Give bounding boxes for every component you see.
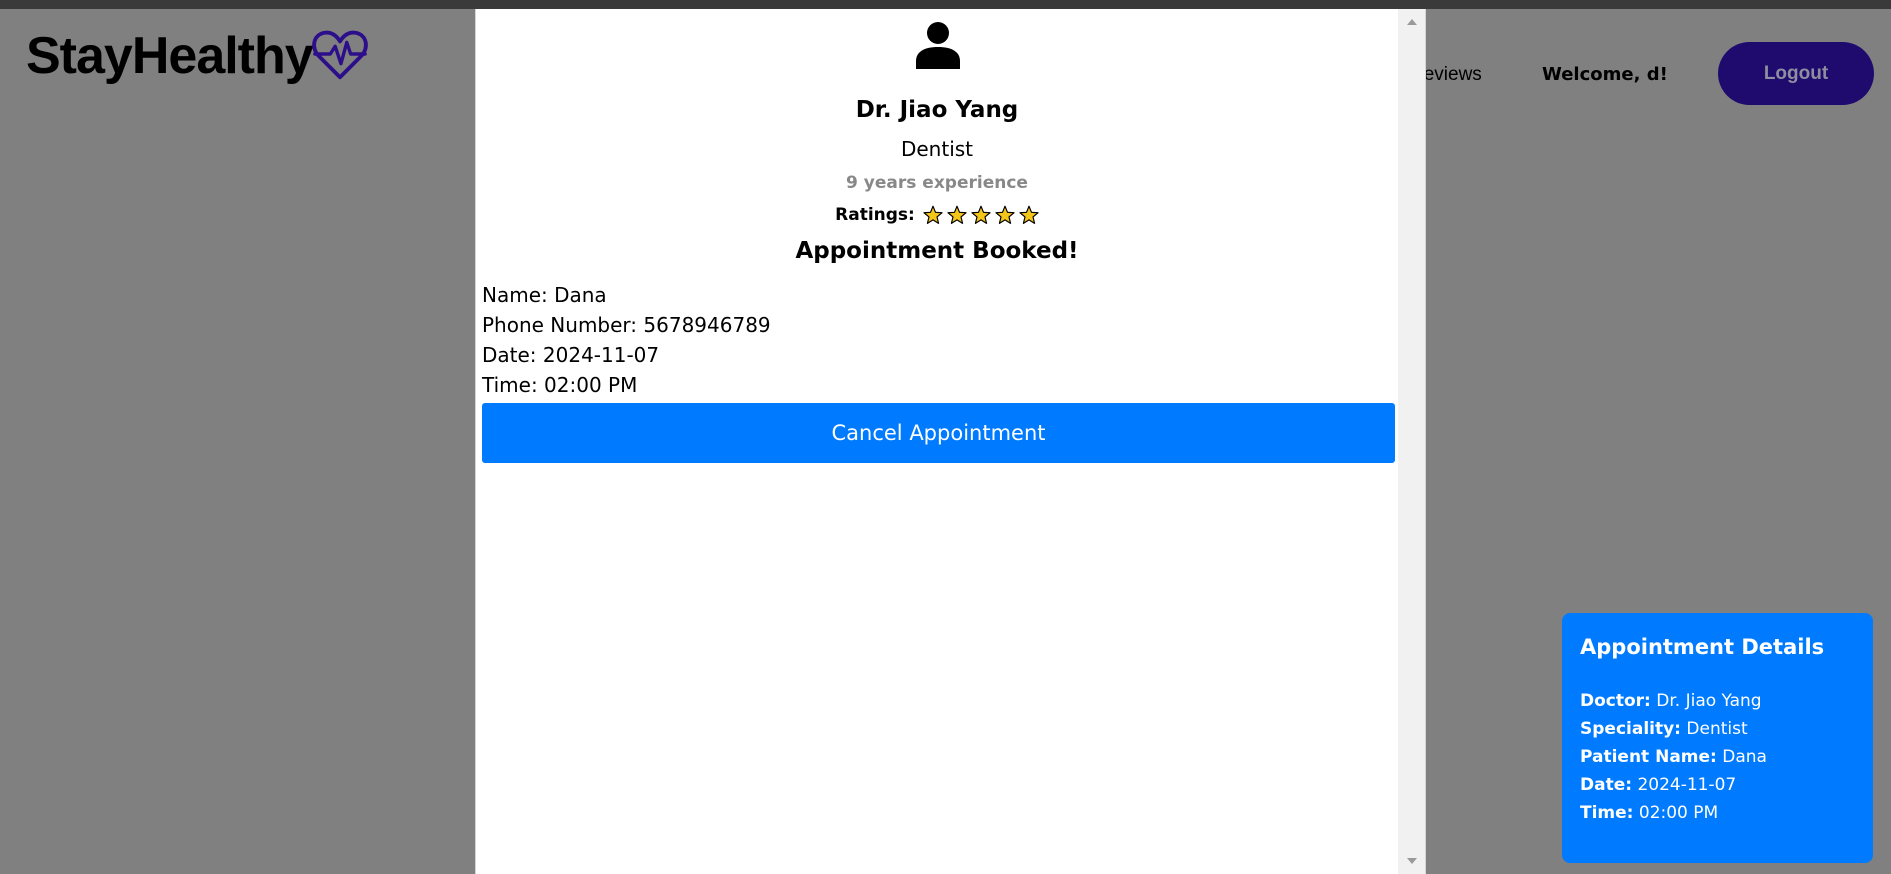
details-date: Date: 2024-11-07 (1580, 771, 1855, 799)
ratings: Ratings: (476, 205, 1398, 225)
ratings-label: Ratings: (835, 205, 915, 225)
heart-pulse-icon (311, 30, 368, 80)
time-line: Time: 02:00 PM (482, 373, 638, 397)
scroll-down-arrow-icon[interactable] (1407, 858, 1417, 864)
doctor-speciality: Dentist (900, 137, 974, 161)
details-speciality-value: Dentist (1680, 719, 1748, 739)
details-doctor: Doctor: Dr. Jiao Yang (1580, 687, 1855, 715)
welcome-text: Welcome, d! (1542, 64, 1668, 85)
browser-top-bar (0, 0, 1891, 9)
appointment-details-card: Appointment Details Doctor: Dr. Jiao Yan… (1562, 613, 1873, 863)
doctor-name: Dr. Jiao Yang (855, 97, 1019, 123)
logout-button[interactable]: Logout (1718, 42, 1874, 105)
details-date-value: 2024-11-07 (1632, 775, 1737, 795)
modal-scrollbar[interactable] (1398, 9, 1425, 874)
date-line: Date: 2024-11-07 (482, 343, 660, 367)
appointment-booked-title: Appointment Booked! (795, 238, 1079, 264)
person-icon (916, 22, 960, 69)
details-speciality: Speciality: Dentist (1580, 715, 1855, 743)
phone-number-line: Phone Number: 5678946789 (482, 313, 771, 337)
details-doctor-value: Dr. Jiao Yang (1650, 691, 1762, 711)
details-time-value: 02:00 PM (1633, 803, 1719, 823)
details-patient-label: Patient Name: (1580, 747, 1717, 767)
star-icon (923, 205, 943, 224)
details-title: Appointment Details (1580, 635, 1825, 659)
patient-name-line: Name: Dana (482, 283, 607, 307)
details-speciality-label: Speciality: (1580, 719, 1681, 739)
details-time: Time: 02:00 PM (1580, 799, 1855, 827)
star-icon (995, 205, 1015, 224)
star-icon (971, 205, 991, 224)
scroll-up-arrow-icon[interactable] (1407, 19, 1417, 25)
cancel-appointment-button[interactable]: Cancel Appointment (482, 403, 1395, 463)
rating-stars (923, 205, 1039, 225)
doctor-experience: 9 years experience (846, 173, 1028, 193)
star-icon (1019, 205, 1039, 224)
details-time-label: Time: (1580, 803, 1634, 823)
details-date-label: Date: (1580, 775, 1633, 795)
details-patient: Patient Name: Dana (1580, 743, 1855, 771)
appointment-modal: Dr. Jiao Yang Dentist 9 years experience… (475, 9, 1426, 874)
logo[interactable]: StayHealthy (26, 24, 369, 88)
logo-text: StayHealthy (26, 27, 314, 85)
details-doctor-label: Doctor: (1580, 691, 1651, 711)
star-icon (947, 205, 967, 224)
details-patient-value: Dana (1716, 747, 1767, 767)
